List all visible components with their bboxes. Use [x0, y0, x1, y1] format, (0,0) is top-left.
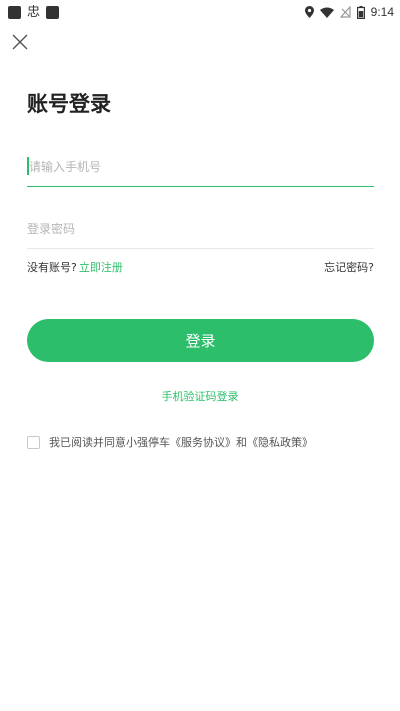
battery-icon — [356, 5, 365, 19]
close-button[interactable] — [8, 30, 32, 54]
close-icon — [12, 34, 28, 50]
status-bar: 忠 9:14 — [0, 0, 400, 24]
forgot-password-link[interactable]: 忘记密码? — [324, 259, 374, 275]
password-field[interactable] — [27, 210, 374, 249]
login-button[interactable]: 登录 — [27, 319, 374, 362]
status-left: 忠 — [8, 4, 60, 20]
no-sim-icon — [339, 6, 351, 18]
register-link[interactable]: 立即注册 — [79, 261, 123, 274]
app-icon — [46, 5, 60, 19]
phone-input[interactable] — [27, 148, 374, 186]
phone-field[interactable] — [27, 148, 374, 187]
location-icon — [304, 6, 314, 18]
sms-login-link[interactable]: 手机验证码登录 — [0, 388, 400, 404]
agreement-row: 我已阅读并同意小强停车《服务协议》和《隐私政策》 — [27, 434, 313, 450]
status-app-glyph: 忠 — [27, 4, 41, 20]
status-time: 9:14 — [370, 5, 394, 19]
agreement-text[interactable]: 我已阅读并同意小强停车《服务协议》和《隐私政策》 — [49, 434, 313, 450]
agreement-checkbox[interactable] — [27, 435, 40, 449]
no-account-label: 没有账号? — [27, 261, 77, 274]
status-right: 9:14 — [304, 5, 394, 19]
text-cursor — [27, 157, 29, 175]
wifi-icon — [319, 7, 334, 18]
password-input[interactable] — [27, 210, 374, 248]
notification-square-icon — [8, 5, 21, 19]
register-prompt: 没有账号? 立即注册 — [27, 259, 123, 275]
account-links-row: 没有账号? 立即注册 忘记密码? — [27, 258, 374, 276]
page-title: 账号登录 — [27, 92, 111, 116]
